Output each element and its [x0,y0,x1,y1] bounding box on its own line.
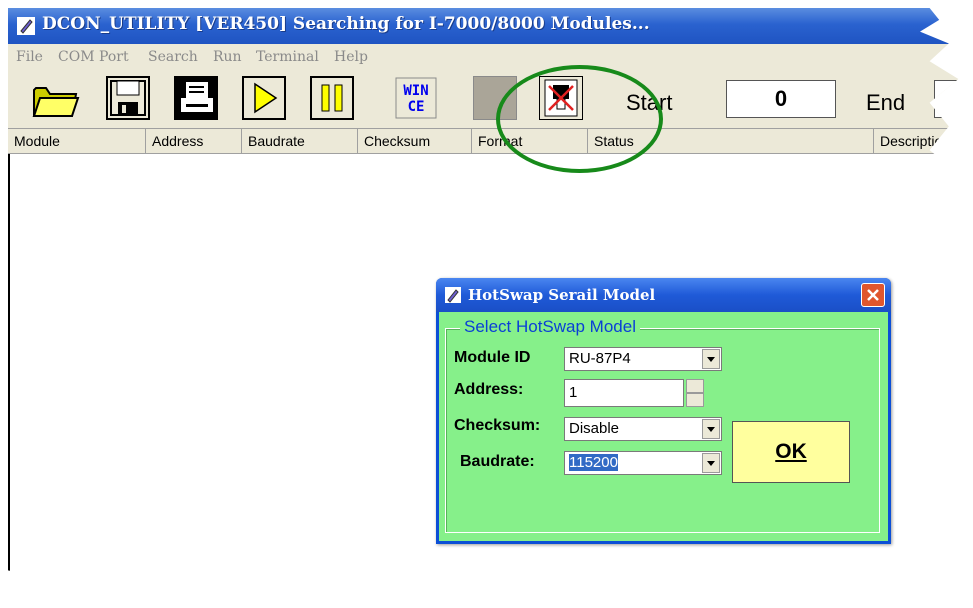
checksum-value: Disable [569,420,620,437]
address-input[interactable]: 1 [564,379,684,407]
module-id-value: RU-87P4 [569,350,631,367]
col-description[interactable]: Description [874,129,958,153]
baudrate-label: Baudrate: [460,453,535,470]
checksum-label: Checksum: [454,417,541,434]
start-input[interactable]: 0 [726,80,836,118]
play-icon [254,82,278,114]
open-folder-icon [32,87,80,117]
list-header: Module Address Baudrate Checksum Format … [8,129,959,154]
spin-down-icon[interactable] [686,393,704,407]
window-title: DCON_UTILITY [VER450] Searching for I-70… [42,14,650,34]
dialog-app-icon [445,287,461,303]
close-button[interactable] [861,283,885,307]
svg-text:CE: CE [408,99,425,115]
end-input[interactable]: 1 [934,80,959,118]
address-label: Address: [454,381,524,398]
menu-search[interactable]: Search [148,49,198,65]
menu-run[interactable]: Run [213,49,242,65]
dialog-body: Select HotSwap Model Module ID RU-87P4 A… [439,312,888,541]
group-label: Select HotSwap Model [460,317,640,337]
col-checksum[interactable]: Checksum [358,129,472,153]
save-button[interactable] [106,76,150,120]
app-diamond-icon [17,17,35,35]
chevron-down-icon[interactable] [702,453,720,473]
wince-icon: WIN CE [395,77,437,119]
ok-button[interactable]: OK [732,421,850,483]
spin-up-icon[interactable] [686,379,704,393]
dialog-title: HotSwap Serail Model [468,286,656,304]
open-folder-button[interactable] [30,76,80,120]
col-baudrate[interactable]: Baudrate [242,129,358,153]
baudrate-value: 115200 [569,454,618,471]
menu-file[interactable]: File [16,49,43,65]
hotswap-dialog: HotSwap Serail Model Select HotSwap Mode… [436,278,891,544]
menu-terminal[interactable]: Terminal [256,49,319,65]
menu-help[interactable]: Help [334,49,368,65]
title-bar[interactable]: DCON_UTILITY [VER450] Searching for I-70… [8,8,959,44]
pause-button[interactable] [310,76,354,120]
highlight-circle [496,65,663,173]
chevron-down-icon[interactable] [702,419,720,439]
print-button[interactable] [174,76,218,120]
run-button[interactable] [242,76,286,120]
checksum-select[interactable]: Disable [564,417,722,441]
address-spinner[interactable] [686,379,704,407]
svg-text:WIN: WIN [403,83,428,99]
module-id-select[interactable]: RU-87P4 [564,347,722,371]
pause-icon [321,84,343,112]
menu-com-port[interactable]: COM Port [58,49,129,65]
end-label: End [866,90,906,115]
toolbar: WIN CE Start 0 End 1 [8,70,959,129]
dialog-title-bar[interactable]: HotSwap Serail Model [436,278,891,312]
hotswap-group: Select HotSwap Model Module ID RU-87P4 A… [445,317,880,533]
menu-bar: File COM Port Search Run Terminal Help [8,44,959,70]
print-icon [181,82,213,112]
chevron-down-icon[interactable] [702,349,720,369]
col-module[interactable]: Module [8,129,146,153]
col-address[interactable]: Address [146,129,242,153]
wince-button[interactable]: WIN CE [394,76,438,120]
save-disk-icon [110,80,146,116]
module-id-label: Module ID [454,349,531,366]
ok-label: OK [775,440,807,463]
baudrate-select[interactable]: 115200 [564,451,722,475]
close-icon [867,289,879,301]
